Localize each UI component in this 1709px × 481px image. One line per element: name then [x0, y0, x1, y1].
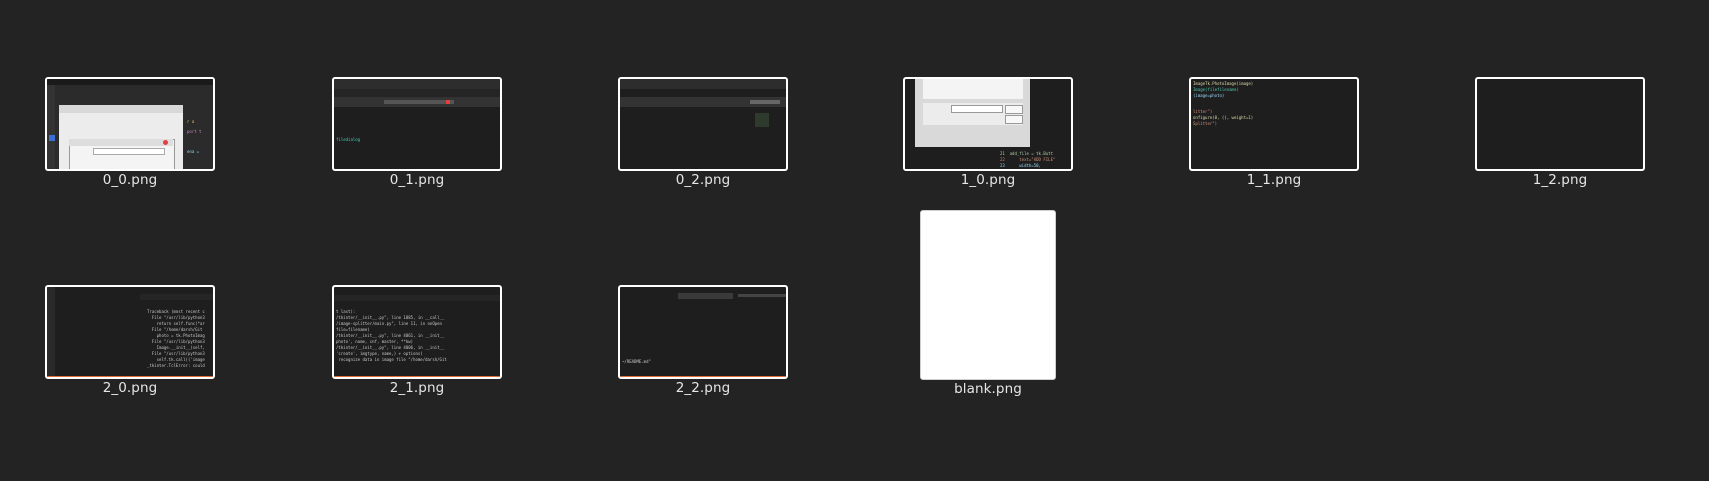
file-label-0_0: 0_0.png	[102, 172, 158, 188]
file-label-2_0: 2_0.png	[102, 380, 158, 396]
file-label-blank: blank.png	[954, 381, 1022, 397]
thumbnail-2_0[interactable]: Traceback (most recent c File "/usr/lib/…	[45, 285, 215, 379]
thumbnail-2_1[interactable]: t last): /tkinter/__init__.py", line 188…	[332, 285, 502, 379]
thumbnail-0_0[interactable]: r a port t ena =	[45, 77, 215, 171]
file-label-2_1: 2_1.png	[389, 380, 445, 396]
file-label-1_1: 1_1.png	[1246, 172, 1302, 188]
thumbnail-1_1[interactable]: ImageTk.PhotoImage(image) Image(filefile…	[1189, 77, 1359, 171]
file-label-2_2: 2_2.png	[675, 380, 731, 396]
thumbnail-blank[interactable]	[920, 210, 1056, 380]
thumbnail-1_0[interactable]: 21 add_file = tk.Butt 22 text="ADD FILE"…	[903, 77, 1073, 171]
file-label-1_0: 1_0.png	[960, 172, 1016, 188]
file-label-0_2: 0_2.png	[675, 172, 731, 188]
thumbnail-0_1[interactable]: filedialog	[332, 77, 502, 171]
file-label-0_1: 0_1.png	[389, 172, 445, 188]
thumbnail-2_2[interactable]: ~/README.md"	[618, 285, 788, 379]
thumbnail-1_2[interactable]	[1475, 77, 1645, 171]
file-label-1_2: 1_2.png	[1532, 172, 1588, 188]
thumbnail-0_2[interactable]	[618, 77, 788, 171]
